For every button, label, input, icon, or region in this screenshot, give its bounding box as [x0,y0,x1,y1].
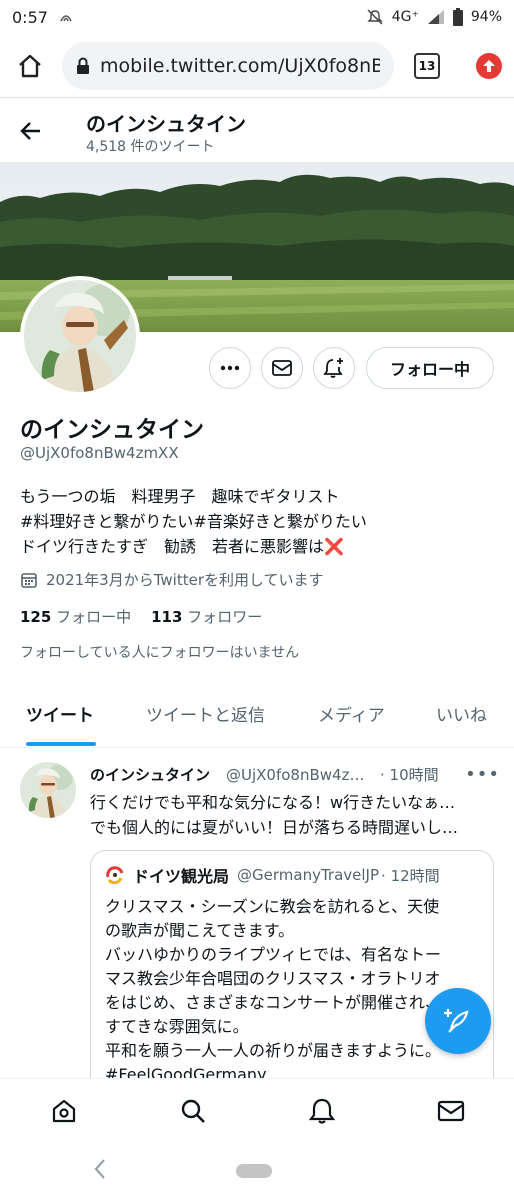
quoted-author-handle: @GermanyTravelJP [237,866,380,884]
following-link[interactable]: 125 フォロー中 [20,606,131,627]
url-text: mobile.twitter.com/UjX0fo8nBw [100,54,380,77]
battery-level: 94% [470,9,502,25]
tweet-more-button[interactable]: ••• [465,764,500,785]
lock-icon [77,57,89,74]
profile-bio: もう一つの垢 料理男子 趣味でギタリスト #料理好きと繋がりたい#音楽好きと繋が… [20,484,367,559]
tweet-avatar[interactable] [20,762,76,818]
tab-switcher-button[interactable]: 13 [414,52,440,79]
tab-media[interactable]: メディア [318,688,385,744]
signal-icon [427,10,444,24]
mail-icon [437,1100,465,1122]
compose-feather-icon [444,1009,469,1033]
quoted-text-line: 平和を願う一人一人の祈りが届きますように。 [105,1041,442,1060]
bio-line: もう一つの垢 料理男子 趣味でギタリスト [20,487,340,506]
quoted-text-line: をはじめ、さまざまなコンサートが開催され、 [105,993,442,1012]
bio-line-text: ドイツ行きたすぎ 勧誘 若者に悪影響は [20,537,325,556]
profile-tabs: ツイート ツイートと返信 メディア いいね [0,688,514,748]
following-label: フォロー中 [56,608,132,626]
update-button[interactable] [476,52,502,79]
status-bar: 0:57 4G⁺ 94% [0,0,514,34]
nav-messages[interactable] [435,1095,467,1127]
bell-plus-icon [323,358,343,378]
quoted-text: クリスマス・シーズンに教会を訪れると、天使 の歌声が聞こえてきます。 バッハゆか… [105,895,479,1078]
system-home-pill[interactable] [236,1164,272,1178]
tab-tweets-replies[interactable]: ツイートと返信 [146,688,265,744]
quoted-avatar [105,865,125,885]
tab-likes[interactable]: いいね [436,688,487,744]
chevron-left-icon [94,1159,105,1179]
tweet-text: 行くだけでも平和な気分になる！w行きたいなぁ… でも個人的には夏がいい！日が落ち… [90,790,494,840]
followers-count: 113 [151,608,183,626]
tweet-author-name[interactable]: のインシュタイン [90,764,216,785]
joined-text: 2021年3月からTwitterを利用しています [46,571,324,589]
browser-home-button[interactable] [12,48,48,84]
quoted-text-line: #FeelGoodGermany [105,1065,267,1078]
quoted-author-name: ドイツ観光局 [133,867,230,886]
active-tab-indicator [26,742,96,746]
notify-button[interactable] [313,347,355,389]
system-navigation-bar [0,1142,514,1200]
system-back-button[interactable] [92,1158,108,1184]
quoted-text-line: すてきな雰囲気に。 [105,1017,249,1036]
nfc-icon [60,15,72,22]
tweet-author-handle[interactable]: @UjX0fo8nBw4zmXX [226,766,376,784]
mute-icon [367,9,383,25]
followers-label: フォロワー [187,608,263,626]
header-profile-name: のインシュタイン [86,112,246,136]
quoted-text-line: バッハゆかりのライプツィヒでは、有名なトー [105,945,442,964]
more-horizontal-icon [220,365,240,371]
more-options-button[interactable] [209,347,251,389]
home-icon [19,54,41,77]
tweet-text-line: でも個人的には夏がいい！日が落ちる時間遅いし… [90,818,459,837]
message-button[interactable] [261,347,303,389]
profile-display-name: のインシュタイン [20,417,204,443]
tweet-time[interactable]: · 10時間 [380,764,439,785]
status-time: 0:57 [12,7,48,27]
bio-line: ドイツ行きたすぎ 勧誘 若者に悪影響は❌ [20,534,367,559]
tweet-text-line: 行くだけでも平和な気分になる！w行きたいなぁ… [90,793,456,812]
joined-date: 2021年3月からTwitterを利用しています [20,569,324,590]
profile-actions: フォロー中 [0,347,514,391]
battery-icon [452,8,463,26]
network-type: 4G⁺ [391,9,419,25]
quoted-text-line: クリスマス・シーズンに教会を訪れると、天使 [105,897,440,916]
nav-home[interactable] [48,1095,80,1127]
browser-toolbar: mobile.twitter.com/UjX0fo8nBw 13 [0,34,514,98]
quoted-text-line: マス教会少年合唱団のクリスマス・オラトリオ [105,969,441,988]
profile-handle: @UjX0fo8nBw4zmXX [20,444,179,462]
calendar-icon [21,572,37,588]
bell-icon [308,1098,336,1124]
home-icon [52,1099,76,1123]
bio-line: #料理好きと繋がりたい#音楽好きと繋がりたい [20,512,367,531]
quoted-tweet-header: ドイツ観光局 @GermanyTravelJP · 12時間 [105,863,479,887]
search-icon [181,1099,205,1123]
tweet-header: のインシュタイン @UjX0fo8nBw4zmXX · 10時間 ••• [90,764,500,785]
url-field[interactable]: mobile.twitter.com/UjX0fo8nBw [62,41,394,90]
profile-top-bar: のインシュタイン 4,518 件のツイート [0,100,514,162]
quoted-text-line: の歌声が聞こえてきます。 [105,921,295,940]
quoted-time: · 12時間 [381,866,440,885]
following-count: 125 [20,608,52,626]
tweet-avatar-image [20,762,76,818]
arrow-up-icon [483,59,495,72]
compose-tweet-button[interactable] [425,988,491,1054]
mail-icon [272,360,292,376]
tab-tweets[interactable]: ツイート [26,688,94,744]
follow-stats: 125 フォロー中 113 フォロワー [20,606,262,627]
mutual-followers-note: フォローしている人にフォロワーはいません [20,645,300,661]
header-tweet-count: 4,518 件のツイート [86,139,215,155]
bottom-navigation [0,1078,514,1142]
nav-search[interactable] [177,1095,209,1127]
nav-notifications[interactable] [306,1095,338,1127]
following-button[interactable]: フォロー中 [366,347,494,389]
followers-link[interactable]: 113 フォロワー [151,606,262,627]
cross-mark-emoji: ❌ [324,537,344,556]
arrow-left-icon [20,122,40,140]
back-button[interactable] [16,116,46,146]
